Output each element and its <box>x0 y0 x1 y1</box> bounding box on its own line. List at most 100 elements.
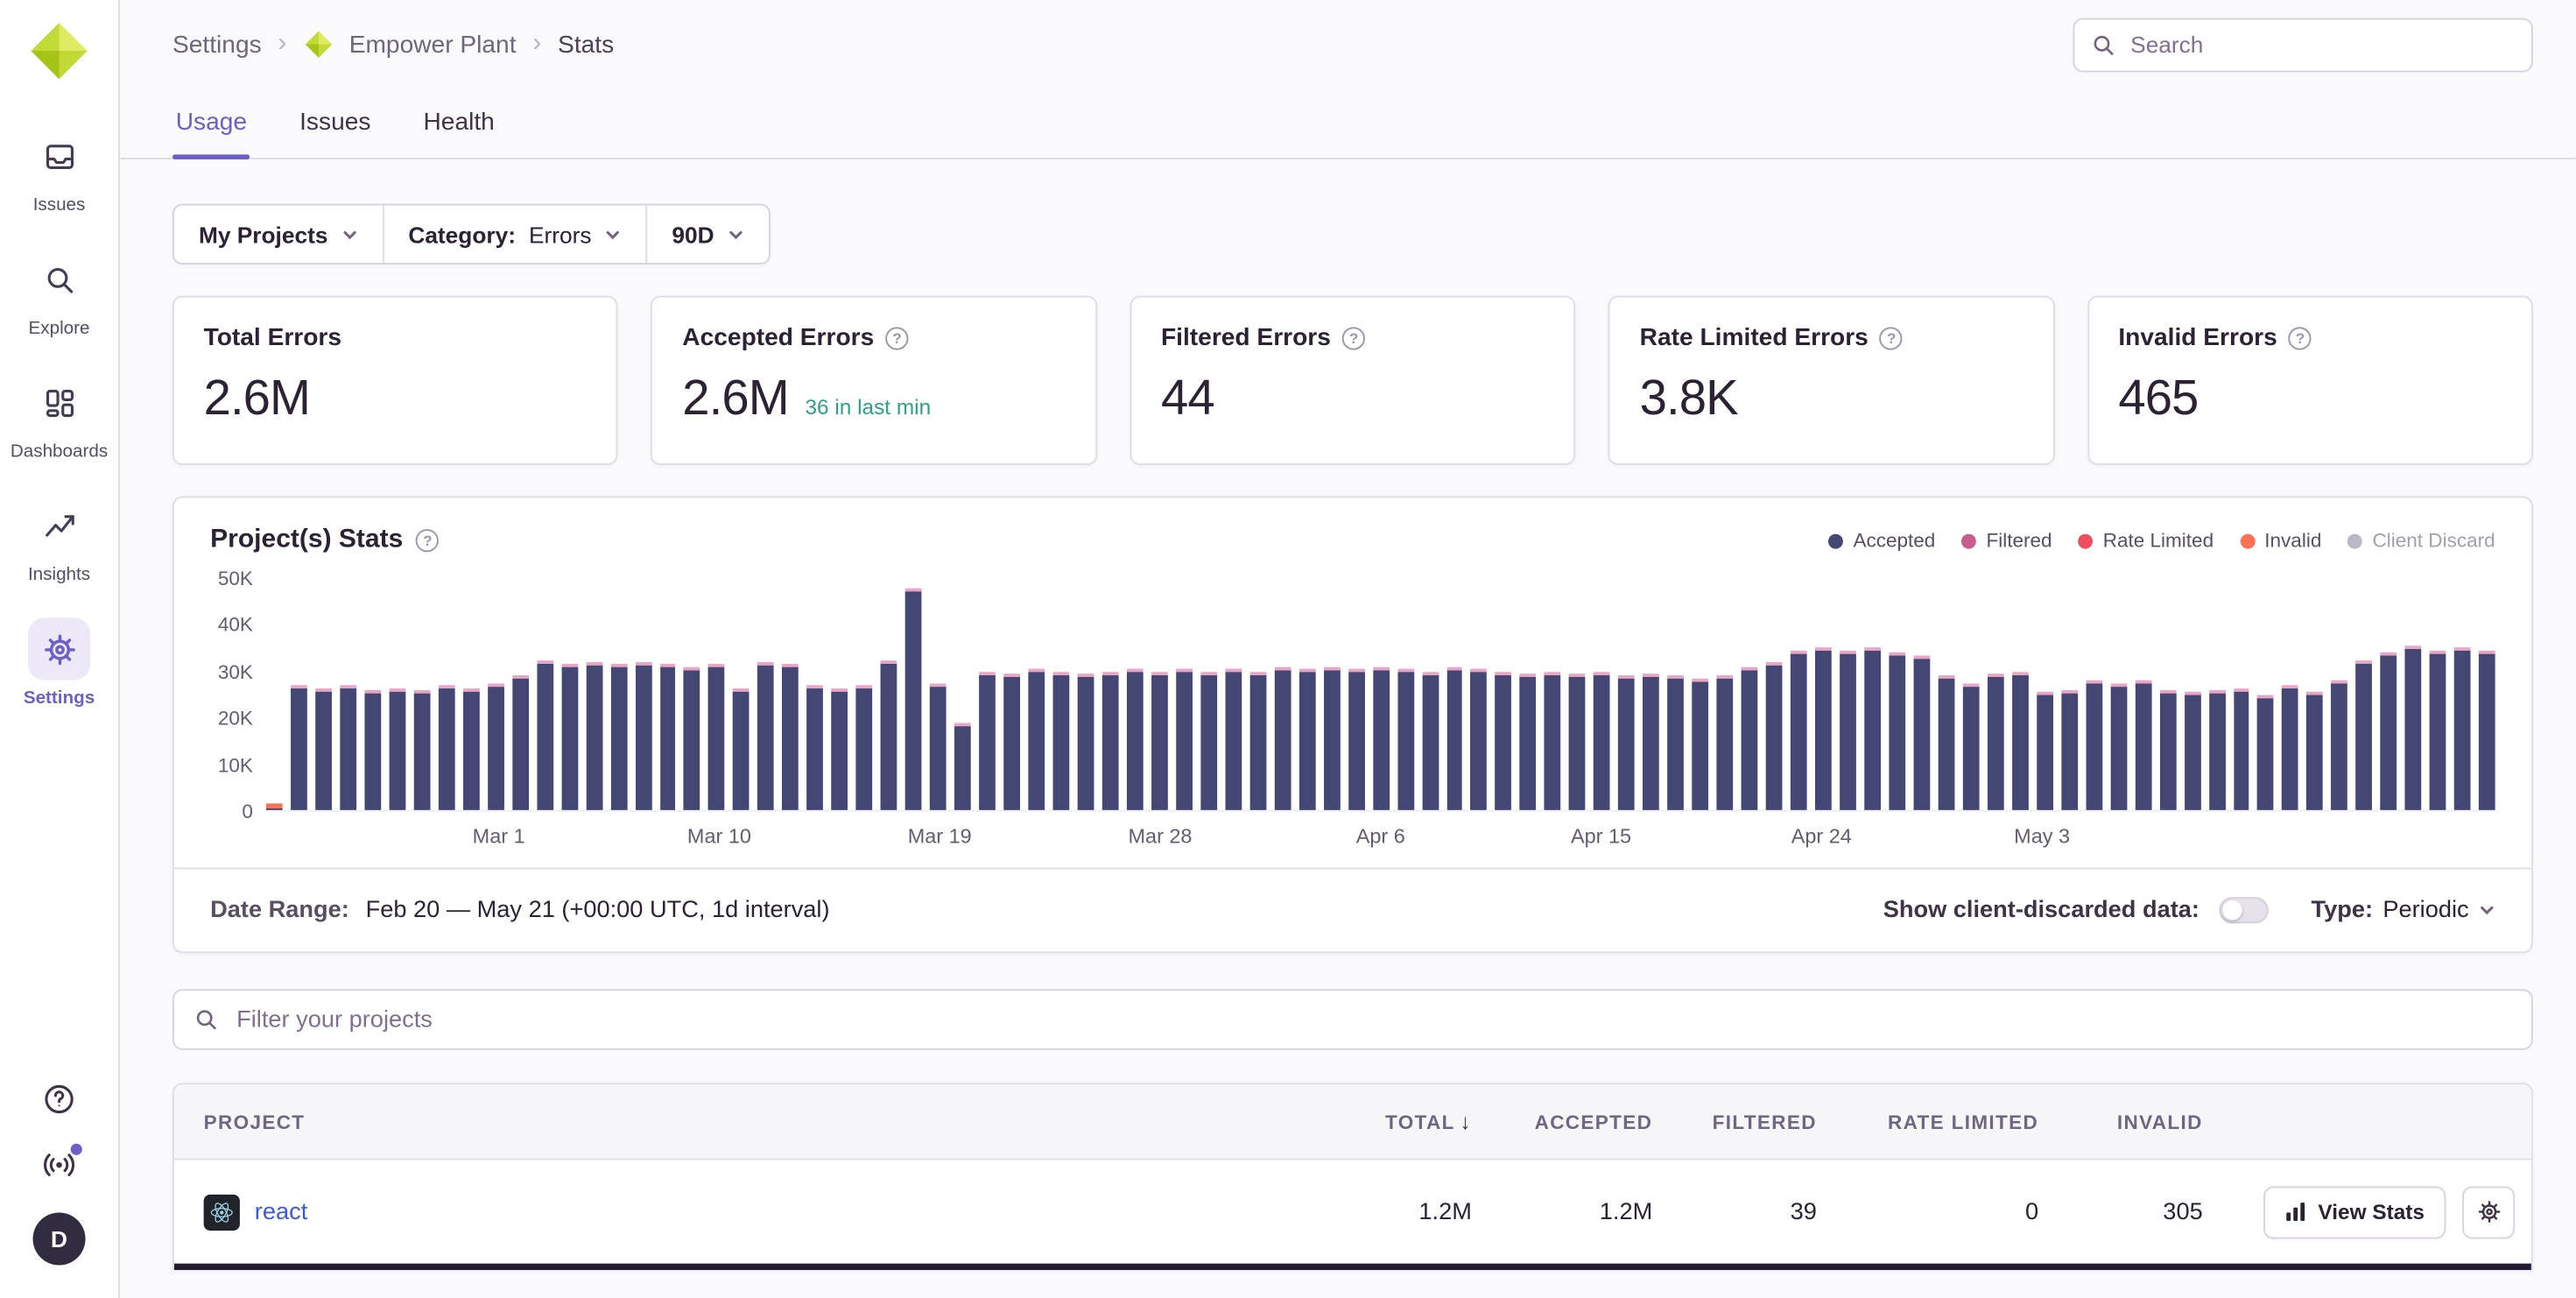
org-avatar-icon <box>303 30 333 60</box>
category-label: Category: <box>408 221 516 247</box>
sidebar-item-insights[interactable]: Insights <box>7 495 112 585</box>
global-search[interactable] <box>2073 18 2533 72</box>
category-value: Errors <box>529 221 592 247</box>
tab-usage[interactable]: Usage <box>172 88 250 158</box>
chart-bar <box>1545 672 1561 810</box>
chart-bar <box>1028 669 1045 810</box>
chart-bar <box>1078 674 1094 810</box>
tab-health[interactable]: Health <box>420 88 498 158</box>
user-avatar[interactable]: D <box>33 1212 86 1265</box>
chart-bar <box>2184 692 2200 810</box>
explore-search-icon <box>28 248 90 310</box>
breadcrumb-organization[interactable]: Empower Plant <box>349 31 517 59</box>
chart-bar <box>364 690 381 810</box>
legend-item-invalid[interactable]: Invalid <box>2240 529 2321 552</box>
chart-footer: Date Range: Feb 20 — May 21 (+00:00 UTC,… <box>174 868 2531 952</box>
column-header-rate-limited[interactable]: RATE LIMITED <box>1833 1110 2055 1132</box>
card-value: 3.8K <box>1640 371 1738 427</box>
project-stats-panel: Project(s) Stats AcceptedFilteredRate Li… <box>172 497 2533 954</box>
question-icon[interactable] <box>1880 326 1903 349</box>
chart-bar <box>1225 669 1242 810</box>
chart-bar <box>2012 672 2029 810</box>
breadcrumb-settings[interactable]: Settings <box>172 31 262 59</box>
question-icon[interactable] <box>416 529 439 552</box>
project-link[interactable]: react <box>255 1199 308 1225</box>
card-subtext: 36 in last min <box>805 394 931 419</box>
question-icon[interactable] <box>885 326 908 349</box>
x-tick-label: May 3 <box>2014 825 2070 848</box>
chart-bar <box>438 685 454 810</box>
chart-bar <box>1200 672 1217 810</box>
sidebar: Issues Explore Dashboards <box>0 0 120 1298</box>
x-tick-label: Mar 10 <box>687 825 751 848</box>
x-tick-label: Mar 19 <box>908 825 972 848</box>
legend-item-client-discard[interactable]: Client Discard <box>2347 529 2495 552</box>
org-logo-icon[interactable] <box>28 20 90 82</box>
project-settings-button[interactable] <box>2462 1186 2515 1238</box>
date-range-dropdown[interactable]: 90D <box>645 206 768 264</box>
tabs-bar: Usage Issues Health <box>120 88 2576 159</box>
legend-item-accepted[interactable]: Accepted <box>1828 529 1935 552</box>
date-range-value: Feb 20 — May 21 (+00:00 UTC, 1d interval… <box>366 897 830 923</box>
whats-new-broadcast-icon[interactable] <box>41 1146 77 1182</box>
chart-bar <box>881 660 897 810</box>
card-total-errors: Total Errors 2.6M <box>172 296 618 465</box>
project-filter[interactable] <box>172 989 2533 1049</box>
stat-cards: Total Errors 2.6M Accepted Errors 2.6M 3… <box>172 296 2533 465</box>
chart-bar <box>463 688 480 810</box>
column-header-total[interactable]: TOTAL↓ <box>1316 1109 1489 1133</box>
chart-bar <box>1249 672 1266 810</box>
chart-bar <box>1889 653 1905 810</box>
chart-bar <box>2086 681 2102 810</box>
chart-x-axis: Mar 1Mar 10Mar 19Mar 28Apr 6Apr 15Apr 24… <box>266 812 2495 868</box>
x-tick-label: Mar 28 <box>1128 825 1192 848</box>
column-header-filtered[interactable]: FILTERED <box>1669 1110 1833 1132</box>
chart-bar <box>758 662 775 810</box>
chart-bar <box>733 688 750 810</box>
card-invalid-errors: Invalid Errors 465 <box>2087 296 2533 465</box>
chart-bar <box>266 803 283 810</box>
chart-bar <box>2208 690 2225 810</box>
legend-item-filtered[interactable]: Filtered <box>1961 529 2052 552</box>
chart-bar <box>1176 669 1193 810</box>
tab-issues[interactable]: Issues <box>296 88 374 158</box>
sidebar-item-label: Settings <box>24 688 95 709</box>
view-stats-button[interactable]: View Stats <box>2264 1186 2446 1238</box>
insights-chart-icon <box>28 495 90 557</box>
sidebar-item-explore[interactable]: Explore <box>7 248 112 338</box>
project-filter-input[interactable] <box>233 1005 2511 1034</box>
search-input[interactable] <box>2127 30 2515 60</box>
legend-item-rate-limited[interactable]: Rate Limited <box>2079 529 2214 552</box>
projects-dropdown[interactable]: My Projects <box>174 206 382 264</box>
breadcrumb-separator: › <box>532 30 541 60</box>
chart-bar <box>2037 692 2053 810</box>
question-icon[interactable] <box>1342 326 1365 349</box>
question-icon[interactable] <box>2289 326 2312 349</box>
view-stats-label: View Stats <box>2318 1199 2425 1224</box>
card-title: Accepted Errors <box>682 324 874 352</box>
category-dropdown[interactable]: Category: Errors <box>382 206 645 264</box>
sort-desc-icon: ↓ <box>1460 1109 1472 1133</box>
breadcrumb-separator: › <box>278 30 286 60</box>
column-header-invalid[interactable]: INVALID <box>2055 1110 2220 1132</box>
sidebar-item-issues[interactable]: Issues <box>7 125 112 215</box>
chart-bar <box>1742 667 1758 810</box>
chevron-down-icon <box>605 226 622 243</box>
sidebar-item-settings[interactable]: Settings <box>7 617 112 708</box>
chart-bar <box>1594 672 1610 810</box>
chart-bar <box>1815 647 1832 810</box>
sidebar-item-dashboards[interactable]: Dashboards <box>7 371 112 462</box>
type-dropdown[interactable]: Type: Periodic <box>2312 897 2495 923</box>
notification-dot <box>71 1144 82 1155</box>
chart-bar <box>291 685 307 810</box>
chart-bar <box>561 664 578 810</box>
column-header-accepted[interactable]: ACCEPTED <box>1489 1110 1669 1132</box>
help-icon[interactable] <box>41 1081 77 1117</box>
client-discard-toggle-label: Show client-discarded data: <box>1883 897 2199 923</box>
chart-bar <box>1053 672 1070 810</box>
client-discard-toggle[interactable] <box>2219 897 2268 923</box>
legend-dot <box>1961 533 1976 548</box>
chart-bar <box>2307 692 2324 810</box>
chart-bar <box>659 664 676 810</box>
chart-bar <box>2110 683 2127 809</box>
